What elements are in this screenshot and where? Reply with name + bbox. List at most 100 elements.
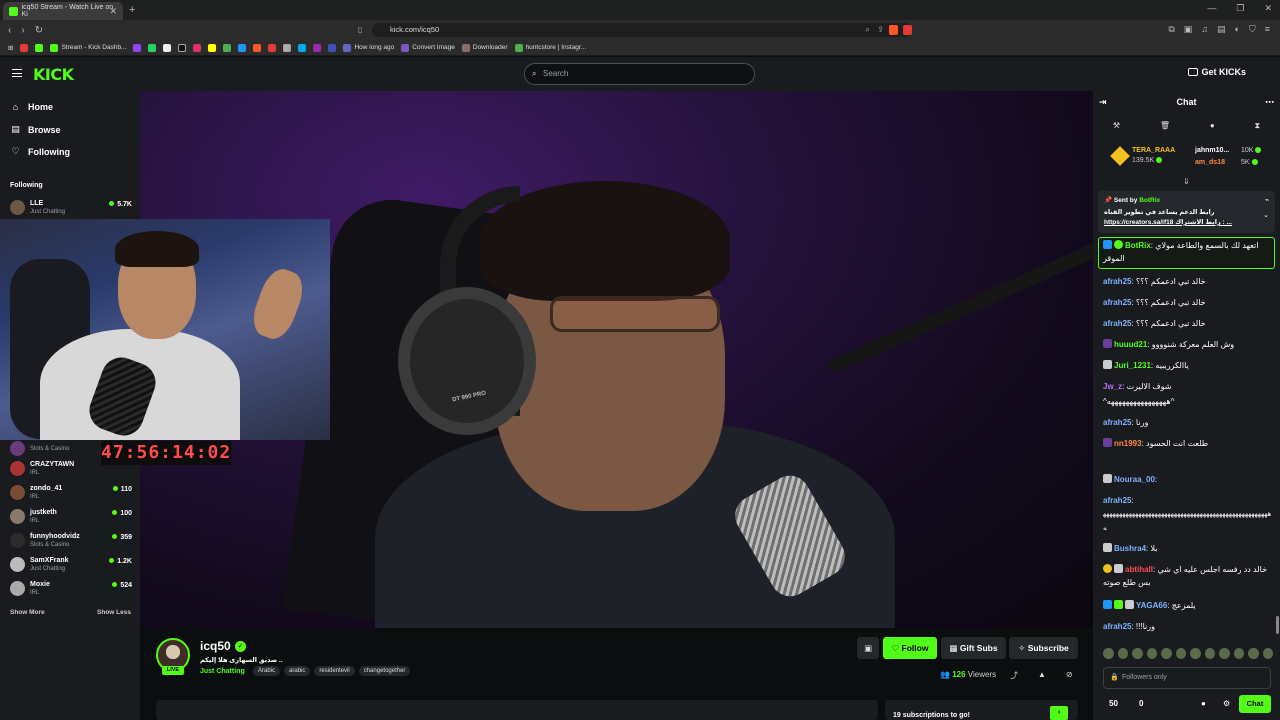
bookmark-misc-7[interactable] [328, 43, 337, 52]
streamer-name[interactable]: icq50 [200, 639, 231, 653]
music-icon[interactable]: ♫ [1201, 24, 1208, 35]
collapse-chat-icon[interactable]: ⇥ [1099, 91, 1107, 113]
chat-input[interactable]: 🔒 Followers only [1103, 667, 1271, 689]
emote[interactable] [1190, 648, 1201, 659]
chat-options-icon[interactable]: ⋯ [1265, 91, 1274, 113]
new-tab-button[interactable]: + [129, 4, 135, 16]
settings-icon[interactable]: ⚙ [1223, 699, 1230, 708]
wallet-icon[interactable]: ▣ [1184, 24, 1193, 35]
show-less-button[interactable]: Show Less [97, 609, 131, 616]
sidebar-item-home[interactable]: ⌂ Home [10, 102, 53, 112]
close-tab-icon[interactable]: ✕ [109, 6, 117, 17]
forward-icon[interactable]: › [21, 25, 24, 36]
leader-name[interactable]: jahnm10... [1195, 147, 1229, 154]
share-icon[interactable]: ⇪ [877, 23, 884, 37]
chat-scrollbar[interactable] [1276, 616, 1279, 634]
bookmark-huntcstore[interactable]: huntcstore | Instagr... [514, 43, 586, 52]
chevron-down-icon[interactable]: ⌄ [1263, 211, 1269, 219]
subscribe-button[interactable]: ✧ Subscribe [1009, 637, 1078, 659]
emote[interactable] [1161, 648, 1172, 659]
get-kicks-button[interactable]: Get KICKs [1188, 67, 1246, 77]
bookmark-twitch[interactable] [133, 43, 142, 52]
leader-name[interactable]: am_ds18 [1195, 159, 1225, 166]
minimize-icon[interactable]: — [1207, 3, 1216, 14]
url-field[interactable]: ▯ kick.com/icq50 ⌕ ⇪ [358, 23, 912, 37]
brave-shield-icon[interactable] [889, 25, 898, 35]
bookmark-how-long-ago[interactable]: How long ago [343, 43, 394, 52]
bookmark-icon[interactable]: ▯ [358, 23, 362, 37]
followed-channel[interactable]: LLE Just Chatting 5.7K [10, 197, 132, 219]
bookmark-snapchat[interactable] [208, 43, 217, 52]
sidebar-item-browse[interactable]: ▤ Browse [10, 124, 60, 135]
bookmark-misc-2[interactable] [238, 43, 247, 52]
bookmark-kick[interactable] [35, 43, 44, 52]
emote[interactable] [1262, 648, 1273, 659]
emote[interactable] [1175, 648, 1186, 659]
close-window-icon[interactable]: ✕ [1264, 3, 1272, 14]
emote[interactable] [1204, 648, 1215, 659]
extension-icon[interactable]: ⧉ [1168, 24, 1174, 35]
reload-icon[interactable]: ↻ [35, 25, 43, 36]
leader-name[interactable]: TERA_RAAA [1132, 147, 1175, 154]
expand-leaderboard-icon[interactable]: ⇓ [1183, 177, 1190, 186]
hammer-icon[interactable]: ⚒ [1113, 121, 1120, 131]
emote[interactable] [1103, 648, 1114, 659]
gift-count[interactable]: 0 [1139, 699, 1143, 708]
bookmark-misc-5[interactable] [298, 43, 307, 52]
shield-icon[interactable]: ⛉ [1249, 24, 1256, 35]
menu-icon[interactable]: ≡ [1265, 24, 1270, 35]
emote[interactable] [1117, 648, 1128, 659]
share-icon[interactable]: ⤴ [1010, 670, 1018, 681]
maximize-icon[interactable]: ❐ [1236, 3, 1244, 14]
chat-bubble-icon[interactable]: ● [1210, 121, 1215, 131]
followed-channel[interactable]: justketh IRL 100 [10, 506, 132, 528]
tag[interactable]: changetogether [358, 666, 411, 676]
bookmark-github[interactable] [283, 43, 292, 52]
bookmark-kick-dashboard[interactable]: Stream - Kick Dashb... [50, 43, 126, 52]
bookmark-convert-image[interactable]: Convert Image [401, 43, 455, 52]
bookmark-downloader[interactable]: Downloader [461, 43, 508, 52]
show-more-button[interactable]: Show More [10, 609, 45, 616]
followed-channel[interactable]: Moxie IRL 524 [10, 578, 132, 600]
sidebar-item-following[interactable]: ♡ Following [10, 146, 70, 157]
trash-icon[interactable]: 🗑 [1160, 121, 1170, 131]
hamburger-menu-icon[interactable] [12, 69, 22, 77]
bookmark-misc-1[interactable] [223, 43, 232, 52]
back-icon[interactable]: ‹ [8, 25, 11, 36]
unpin-icon[interactable]: ⌁ [1265, 196, 1269, 204]
emote-picker-icon[interactable]: ● [1201, 699, 1206, 708]
tag[interactable]: arabic [284, 666, 311, 676]
gift-subs-button[interactable]: ▦ Gift Subs [941, 637, 1006, 659]
emote[interactable] [1219, 648, 1230, 659]
followed-channel[interactable]: zondo_41 IRL 110 [10, 482, 132, 504]
bookmark-instagram[interactable] [193, 43, 202, 52]
emote[interactable] [1248, 648, 1259, 659]
kick-logo[interactable]: KICK [33, 65, 74, 84]
stream-category[interactable]: Just Chatting [200, 668, 245, 675]
bookmark-x[interactable] [163, 43, 172, 52]
bookmark-misc-6[interactable] [313, 43, 322, 52]
search-input[interactable]: ⌕ Search [524, 63, 755, 85]
channel-points[interactable]: 50 [1109, 699, 1118, 708]
send-chat-button[interactable]: Chat [1239, 695, 1271, 713]
hourglass-icon[interactable]: ⧗ [1254, 121, 1260, 131]
apps-icon[interactable]: ⊞ [8, 44, 13, 52]
rewards-icon[interactable] [903, 25, 912, 35]
vpn-icon[interactable]: ◐ [1235, 24, 1240, 35]
followed-channel[interactable]: SamXFrank Just Chatting 1.2K [10, 554, 132, 576]
clip-button[interactable]: ▣ [857, 637, 879, 659]
bookmark-tiktok[interactable] [178, 43, 187, 52]
expand-icon[interactable]: › [1050, 706, 1068, 720]
followed-channel[interactable]: funnyhoodvidz Slots & Casino 359 [10, 530, 132, 552]
hide-icon[interactable]: ⊘ [1066, 670, 1073, 681]
browser-tab[interactable]: icq50 Stream - Watch Live on Ki ✕ [3, 2, 123, 20]
bookmark-misc-4[interactable] [268, 43, 277, 52]
bookmark-whatsapp[interactable] [148, 43, 157, 52]
bookmark-misc-3[interactable] [253, 43, 262, 52]
emote[interactable] [1146, 648, 1157, 659]
tag[interactable]: Arabic [253, 666, 281, 676]
zoom-icon[interactable]: ⌕ [866, 23, 870, 37]
tag[interactable]: residentevil [314, 666, 355, 676]
emote[interactable] [1132, 648, 1143, 659]
follow-button[interactable]: ♡ Follow [883, 637, 937, 659]
